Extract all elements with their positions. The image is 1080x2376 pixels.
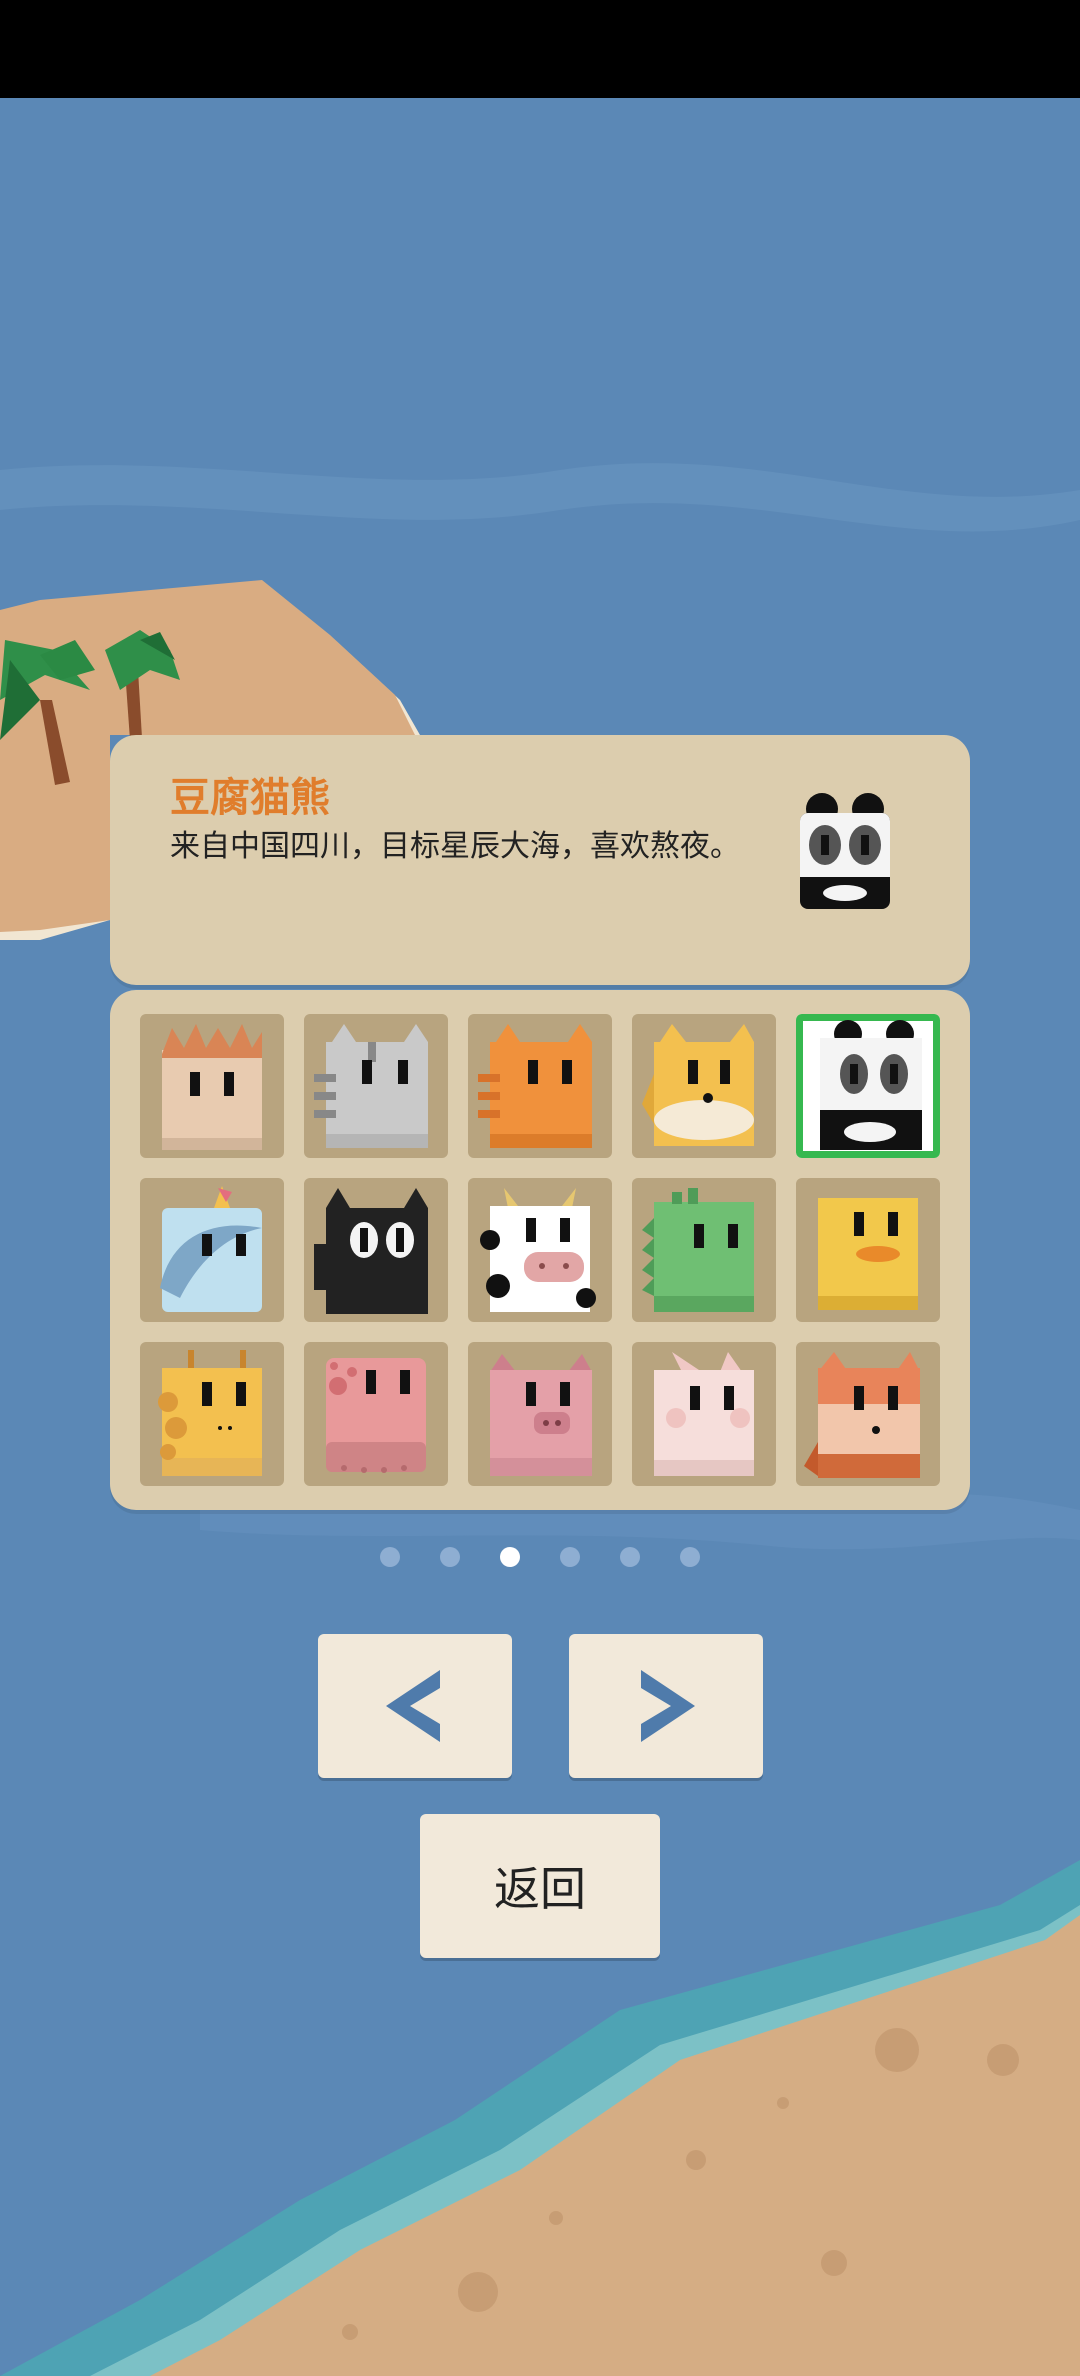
character-tile-fox[interactable] [796, 1342, 940, 1486]
character-tile-orange-cat[interactable] [468, 1014, 612, 1158]
character-info-panel: 豆腐猫熊 来自中国四川，目标星辰大海，喜欢熬夜。 [110, 735, 970, 985]
character-tile-giraffe[interactable] [140, 1342, 284, 1486]
page-dot-4[interactable] [560, 1547, 580, 1567]
character-tile-black-cat[interactable] [304, 1178, 448, 1322]
chevron-right-icon [641, 1670, 695, 1742]
character-tile-octopus[interactable] [304, 1342, 448, 1486]
character-tile-dinosaur[interactable] [632, 1178, 776, 1322]
page-indicator [0, 1547, 1080, 1571]
character-tile-hedgehog[interactable] [140, 1014, 284, 1158]
shiba-dog-character-icon [642, 1024, 754, 1146]
next-page-button[interactable] [569, 1634, 763, 1778]
character-name: 豆腐猫熊 [170, 775, 330, 821]
back-button-label: 返回 [494, 1862, 586, 1916]
rabbit-character-icon [654, 1352, 754, 1476]
duck-character-icon [818, 1198, 918, 1310]
page-dot-6[interactable] [680, 1547, 700, 1567]
character-tile-shiba[interactable] [632, 1014, 776, 1158]
character-tile-gray-cat[interactable] [304, 1014, 448, 1158]
character-tile-panda[interactable] [796, 1014, 940, 1158]
fox-character-icon [804, 1352, 920, 1478]
black-cat-character-icon [314, 1188, 428, 1314]
page-dot-5[interactable] [620, 1547, 640, 1567]
character-tile-pig[interactable] [468, 1342, 612, 1486]
page-dot-3-active[interactable] [500, 1547, 520, 1567]
pig-character-icon [490, 1354, 592, 1476]
prev-page-button[interactable] [318, 1634, 512, 1778]
status-bar [0, 0, 1080, 98]
octopus-character-icon [326, 1358, 426, 1473]
character-grid [110, 990, 970, 1510]
back-button[interactable]: 返回 [420, 1814, 660, 1958]
panda-avatar-icon [800, 793, 890, 909]
green-dinosaur-character-icon [642, 1188, 754, 1312]
orange-tabby-cat-character-icon [478, 1024, 592, 1148]
character-tile-cow[interactable] [468, 1178, 612, 1322]
gray-tabby-cat-character-icon [314, 1024, 428, 1148]
giraffe-character-icon [158, 1350, 262, 1476]
chevron-left-icon [386, 1670, 440, 1742]
unicorn-character-icon [160, 1186, 262, 1312]
character-tile-duck[interactable] [796, 1178, 940, 1322]
panda-character-icon [820, 1020, 922, 1150]
character-description: 来自中国四川，目标星辰大海，喜欢熬夜。 [170, 829, 740, 864]
hedgehog-character-icon [162, 1024, 262, 1150]
character-tile-rabbit[interactable] [632, 1342, 776, 1486]
cow-character-icon [480, 1188, 596, 1312]
page-dot-2[interactable] [440, 1547, 460, 1567]
character-tile-unicorn[interactable] [140, 1178, 284, 1322]
page-dot-1[interactable] [380, 1547, 400, 1567]
